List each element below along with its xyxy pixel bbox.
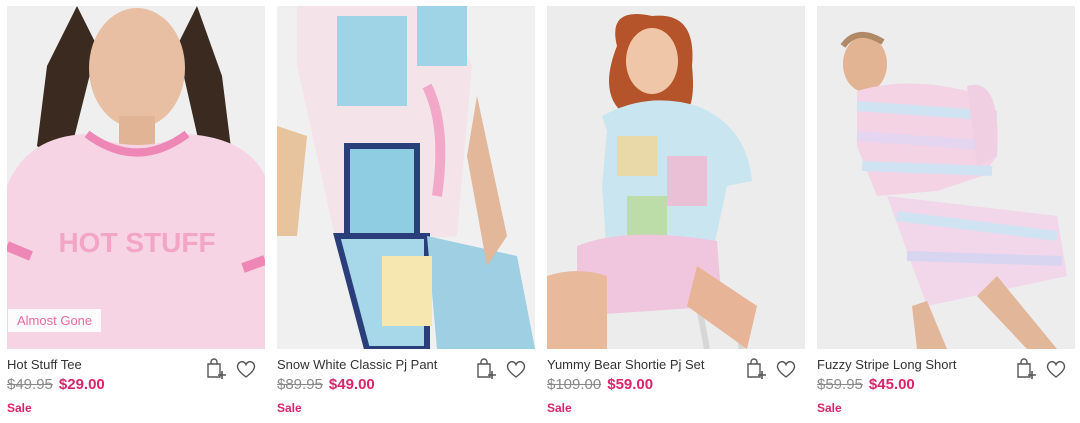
product-info: Snow White Classic Pj Pant $89.95 $49.00 …	[277, 349, 535, 419]
add-to-bag-icon	[1017, 358, 1036, 379]
add-to-bag-button[interactable]	[474, 357, 498, 381]
sale-label: Sale	[547, 401, 572, 415]
wishlist-button[interactable]	[504, 357, 528, 381]
product-image[interactable]	[817, 6, 1075, 349]
card-actions	[744, 357, 798, 381]
sale-label: Sale	[277, 401, 302, 415]
wishlist-button[interactable]	[774, 357, 798, 381]
price-row: $109.00 $59.00	[547, 376, 653, 393]
add-to-bag-icon	[477, 358, 496, 379]
product-name[interactable]: Hot Stuff Tee	[7, 357, 82, 372]
sale-price: $45.00	[868, 376, 915, 393]
sale-price: $49.00	[328, 376, 375, 393]
product-name[interactable]: Yummy Bear Shortie Pj Set	[547, 357, 705, 372]
heart-icon	[776, 361, 796, 378]
wishlist-button[interactable]	[234, 357, 258, 381]
shirt-print-text: HOT STUFF	[58, 227, 215, 258]
original-price: $49.95	[7, 376, 53, 393]
card-actions	[1014, 357, 1068, 381]
product-card[interactable]: HOT STUFF Almost Gone Hot Stuff Tee $49.…	[7, 6, 265, 419]
product-card[interactable]: Snow White Classic Pj Pant $89.95 $49.00 …	[277, 6, 535, 419]
product-info: Hot Stuff Tee $49.95 $29.00 Sale	[7, 349, 265, 419]
wishlist-button[interactable]	[1044, 357, 1068, 381]
card-actions	[474, 357, 528, 381]
sale-label: Sale	[7, 401, 32, 415]
card-actions	[204, 357, 258, 381]
price-row: $89.95 $49.00	[277, 376, 375, 393]
product-image[interactable]	[277, 6, 535, 349]
original-price: $89.95	[277, 376, 323, 393]
price-row: $49.95 $29.00	[7, 376, 105, 393]
add-to-bag-button[interactable]	[744, 357, 768, 381]
add-to-bag-icon	[207, 358, 226, 379]
sale-price: $29.00	[58, 376, 105, 393]
add-to-bag-icon	[747, 358, 766, 379]
price-row: $59.95 $45.00	[817, 376, 915, 393]
product-image[interactable]: HOT STUFF Almost Gone	[7, 6, 265, 349]
product-card[interactable]: Fuzzy Stripe Long Short $59.95 $45.00 Sal…	[817, 6, 1075, 419]
heart-icon	[1046, 361, 1066, 378]
sale-price: $59.00	[607, 376, 654, 393]
product-name[interactable]: Fuzzy Stripe Long Short	[817, 357, 956, 372]
product-image[interactable]	[547, 6, 805, 349]
original-price: $59.95	[817, 376, 863, 393]
add-to-bag-button[interactable]	[1014, 357, 1038, 381]
original-price: $109.00	[547, 376, 602, 393]
heart-icon	[236, 361, 256, 378]
product-grid: HOT STUFF Almost Gone Hot Stuff Tee $49.…	[0, 0, 1080, 423]
product-card[interactable]: Yummy Bear Shortie Pj Set $109.00 $59.00 …	[547, 6, 805, 419]
product-name[interactable]: Snow White Classic Pj Pant	[277, 357, 437, 372]
add-to-bag-button[interactable]	[204, 357, 228, 381]
product-info: Fuzzy Stripe Long Short $59.95 $45.00 Sal…	[817, 349, 1075, 419]
heart-icon	[506, 361, 526, 378]
sale-label: Sale	[817, 401, 842, 415]
status-badge: Almost Gone	[8, 309, 102, 332]
product-info: Yummy Bear Shortie Pj Set $109.00 $59.00 …	[547, 349, 805, 419]
